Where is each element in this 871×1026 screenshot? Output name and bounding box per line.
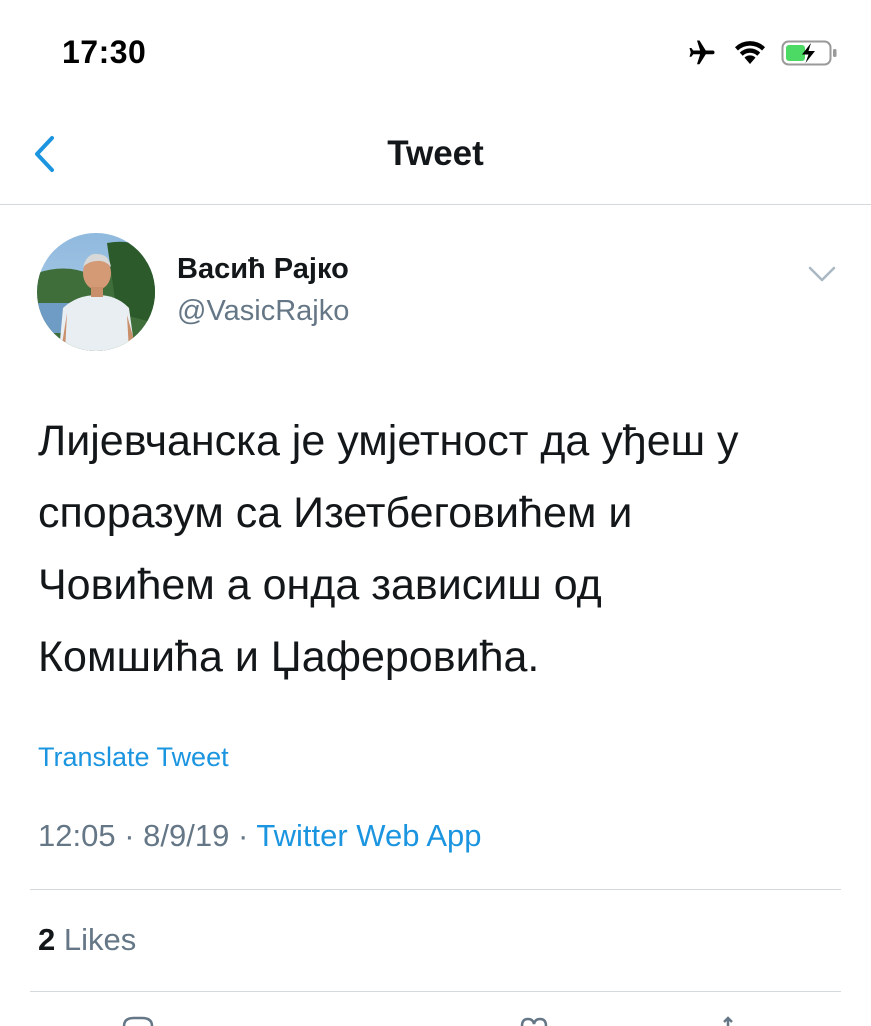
meta-separator: · [124,818,135,853]
avatar[interactable] [37,233,155,351]
author-name[interactable]: Васић Рајко [177,253,349,286]
reply-icon[interactable] [120,1016,156,1026]
likes-stat[interactable]: 2 Likes [38,922,136,958]
tweet-time: 12:05 [38,818,116,853]
airplane-icon [685,38,719,68]
like-icon[interactable] [516,1016,552,1026]
tweet-date: 8/9/19 [143,818,230,853]
divider [30,889,841,890]
wifi-icon [733,40,767,66]
status-time: 17:30 [62,34,147,70]
tweet-text-line: Човићем а онда зависиш од [38,561,602,609]
tweet-text-line: Лијевчанска је умјетност да уђеш у [38,417,739,465]
likes-count: 2 [38,922,56,957]
chevron-down-icon [808,266,836,282]
divider [30,991,841,992]
battery-charging-icon [781,39,839,67]
meta-separator: · [237,818,249,853]
tweet-options-button[interactable] [806,262,838,286]
page-title: Tweet [387,134,484,173]
tweet-text-line: Комшића и Џаферовића. [38,633,540,681]
status-bar: 17:30 [0,0,871,100]
author-handle[interactable]: @VasicRajko [177,295,349,328]
status-icons [685,38,839,68]
tweet-text: Лијевчанска је умјетност да уђеш у спора… [38,405,838,693]
tweet-source-link[interactable]: Twitter Web App [256,818,481,853]
nav-bar: Tweet [0,100,871,205]
likes-label: Likes [63,922,137,957]
share-icon[interactable] [716,1016,740,1026]
translate-tweet-link[interactable]: Translate Tweet [38,742,229,773]
tweet-text-line: споразум са Изетбеговићем и [38,489,633,537]
tweet-meta: 12:05 · 8/9/19 · Twitter Web App [38,818,482,854]
